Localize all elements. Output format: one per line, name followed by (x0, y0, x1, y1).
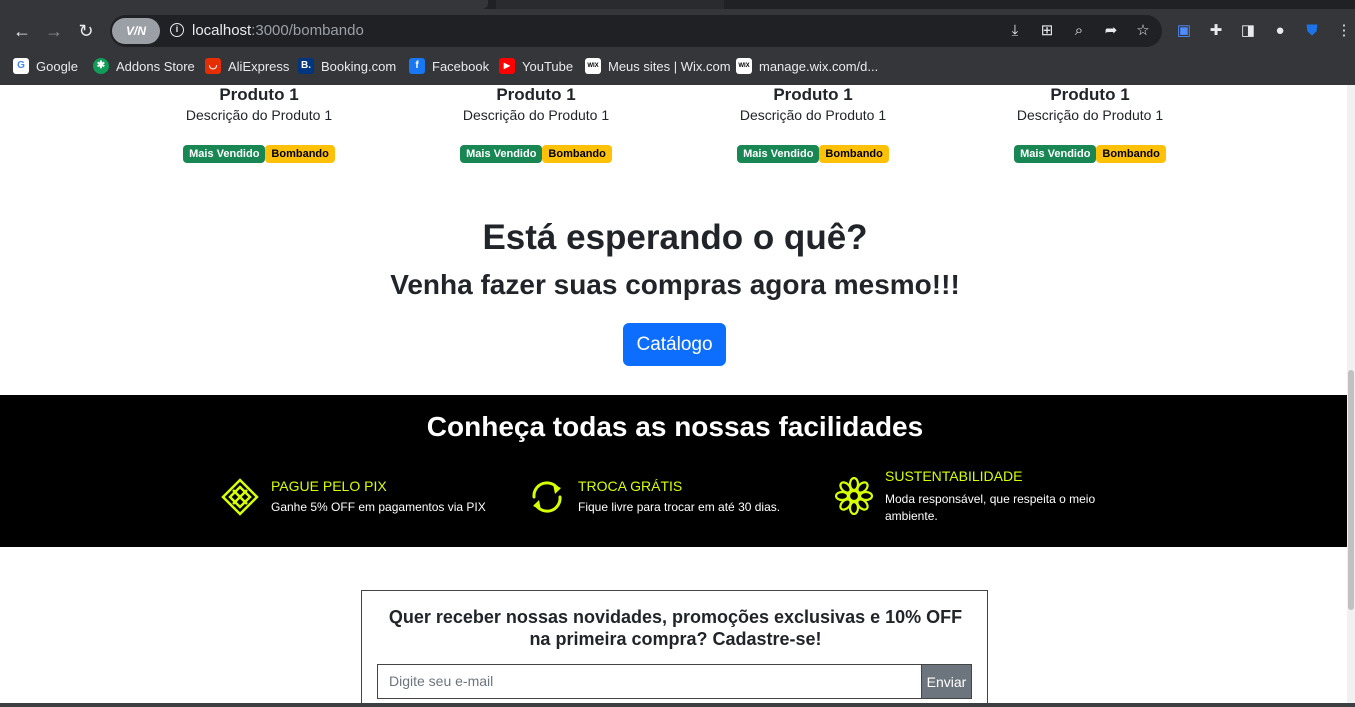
vpn-extension-icon[interactable]: V/N (112, 18, 160, 44)
lock-extension-icon[interactable]: ▣ (1173, 20, 1195, 42)
profile-avatar-icon[interactable]: ● (1269, 20, 1291, 42)
bookmark-booking[interactable]: B. Booking.com (298, 56, 396, 76)
bookmark-label: AliExpress (228, 58, 290, 74)
site-info-icon[interactable]: i (170, 23, 184, 37)
product-card[interactable]: Produto 1 Descrição do Produto 1 Mais Ve… (713, 85, 913, 163)
wix-icon: WIX (585, 58, 601, 74)
feature-troca: TROCA GRÁTIS Fique livre para trocar em … (528, 478, 808, 518)
catalog-button[interactable]: Catálogo (623, 323, 726, 366)
zoom-icon[interactable]: ⌕ (1069, 21, 1089, 41)
pix-icon (221, 478, 259, 516)
menu-kebab-icon[interactable]: ⋮ (1333, 20, 1355, 42)
browser-chrome: ← → ↻ V/N i localhost:3000/bombando ⤓ ⊞ … (0, 0, 1355, 85)
product-name: Produto 1 (219, 85, 299, 104)
cta-subtitle: Venha fazer suas compras agora mesmo!!! (390, 269, 960, 300)
forward-icon[interactable]: → (43, 20, 65, 42)
feature-description: Ganhe 5% OFF em pagamentos via PIX (271, 500, 486, 514)
reload-icon[interactable]: ↻ (75, 20, 97, 42)
share-icon[interactable]: ➦ (1101, 21, 1121, 41)
bookmark-wix-sites[interactable]: WIX Meus sites | Wix.com (585, 56, 731, 76)
feature-pix: PAGUE PELO PIX Ganhe 5% OFF em pagamento… (221, 478, 501, 518)
side-panel-icon[interactable]: ◨ (1237, 20, 1259, 42)
page-content: Produto 1 Descrição do Produto 1 Mais Ve… (0, 85, 1355, 707)
google-icon: G (13, 58, 29, 74)
bookmark-label: Booking.com (321, 58, 397, 74)
cta-title: Está esperando o quê? (482, 218, 868, 257)
product-name: Produto 1 (496, 85, 576, 104)
taskbar-edge (0, 703, 1355, 707)
feature-title: TROCA GRÁTIS (578, 478, 683, 494)
aliexpress-icon: ◡ (205, 58, 221, 74)
address-bar[interactable]: V/N i localhost:3000/bombando ⤓ ⊞ ⌕ ➦ ☆ (110, 15, 1162, 47)
badge-bombando: Bombando (265, 145, 335, 163)
bookmark-label: manage.wix.com/d... (759, 58, 879, 74)
product-description: Descrição do Produto 1 (1016, 107, 1164, 123)
url-host: localhost (192, 22, 252, 39)
bookmark-aliexpress[interactable]: ◡ AliExpress (205, 56, 289, 76)
product-card[interactable]: Produto 1 Descrição do Produto 1 Mais Ve… (159, 85, 359, 163)
product-name: Produto 1 (1050, 85, 1130, 104)
bookmarks-bar: G Google ✱ Addons Store ◡ AliExpress B. Book… (0, 54, 1355, 78)
tab-inactive[interactable] (496, 0, 724, 9)
scrollbar-thumb[interactable] (1348, 370, 1354, 610)
product-badges: Mais Vendido Bombando (159, 145, 359, 163)
bookmark-label: YouTube (522, 58, 574, 74)
bookmark-facebook[interactable]: f Facebook (409, 56, 489, 76)
newsletter-title: Quer receber nossas novidades, promoções… (388, 607, 963, 649)
addons-store-icon: ✱ (93, 58, 109, 74)
bookmark-label: Addons Store (116, 58, 195, 74)
badge-mais-vendido: Mais Vendido (1014, 145, 1097, 163)
product-name: Produto 1 (773, 85, 853, 104)
product-description: Descrição do Produto 1 (462, 107, 610, 123)
bookmark-wix-manage[interactable]: WIX manage.wix.com/d... (736, 56, 878, 76)
feature-title: SUSTENTABILIDADE (885, 468, 1023, 484)
browser-toolbar: ← → ↻ V/N i localhost:3000/bombando ⤓ ⊞ … (0, 12, 1355, 50)
facebook-icon: f (409, 58, 425, 74)
feature-title: PAGUE PELO PIX (271, 478, 387, 494)
badge-bombando: Bombando (819, 145, 889, 163)
facilities-title: Conheça todas as nossas facilidades (426, 411, 924, 442)
install-app-icon[interactable]: ⤓ (1005, 21, 1025, 41)
badge-bombando: Bombando (542, 145, 612, 163)
facilities-section: Conheça todas as nossas facilidades PAGU… (0, 395, 1355, 547)
feature-description: Moda responsável, que respeita o meio am… (885, 492, 1096, 523)
wix-icon: WIX (736, 58, 752, 74)
back-icon[interactable]: ← (11, 20, 33, 42)
translate-icon[interactable]: ⊞ (1037, 21, 1057, 41)
product-badges: Mais Vendido Bombando (436, 145, 636, 163)
bookmark-label: Google (36, 58, 78, 74)
bookmark-star-icon[interactable]: ☆ (1133, 21, 1153, 41)
page-scrollbar[interactable] (1347, 85, 1355, 707)
flower-icon (835, 477, 873, 515)
bookmark-label: Facebook (432, 58, 490, 74)
product-card[interactable]: Produto 1 Descrição do Produto 1 Mais Ve… (990, 85, 1190, 163)
badge-mais-vendido: Mais Vendido (183, 145, 266, 163)
bookmark-youtube[interactable]: ▶ YouTube (499, 56, 573, 76)
bookmark-label: Meus sites | Wix.com (608, 58, 731, 74)
send-button[interactable]: Enviar (921, 664, 972, 699)
newsletter-box: Quer receber nossas novidades, promoções… (361, 590, 988, 707)
extensions-puzzle-icon[interactable]: ✚ (1205, 20, 1227, 42)
tab-active[interactable] (0, 0, 488, 9)
badge-mais-vendido: Mais Vendido (737, 145, 820, 163)
url-path: :3000/bombando (251, 22, 364, 39)
feature-sustentabilidade: SUSTENTABILIDADE Moda responsável, que r… (835, 468, 1115, 528)
shield-extension-icon[interactable]: ⛊ (1301, 20, 1323, 42)
badge-mais-vendido: Mais Vendido (460, 145, 543, 163)
product-badges: Mais Vendido Bombando (713, 145, 913, 163)
product-description: Descrição do Produto 1 (739, 107, 887, 123)
url-text[interactable]: localhost:3000/bombando (192, 22, 364, 39)
bookmark-google[interactable]: G Google (13, 56, 78, 76)
product-card[interactable]: Produto 1 Descrição do Produto 1 Mais Ve… (436, 85, 636, 163)
product-badges: Mais Vendido Bombando (990, 145, 1190, 163)
refresh-icon (532, 481, 562, 513)
tab-strip (0, 0, 1355, 9)
badge-bombando: Bombando (1096, 145, 1166, 163)
youtube-icon: ▶ (499, 58, 515, 74)
product-description: Descrição do Produto 1 (185, 107, 333, 123)
feature-description: Fique livre para trocar em até 30 dias. (578, 500, 781, 514)
booking-icon: B. (298, 58, 314, 74)
bookmark-addons-store[interactable]: ✱ Addons Store (93, 56, 195, 76)
email-input[interactable]: Digite seu e-mail (377, 664, 922, 699)
